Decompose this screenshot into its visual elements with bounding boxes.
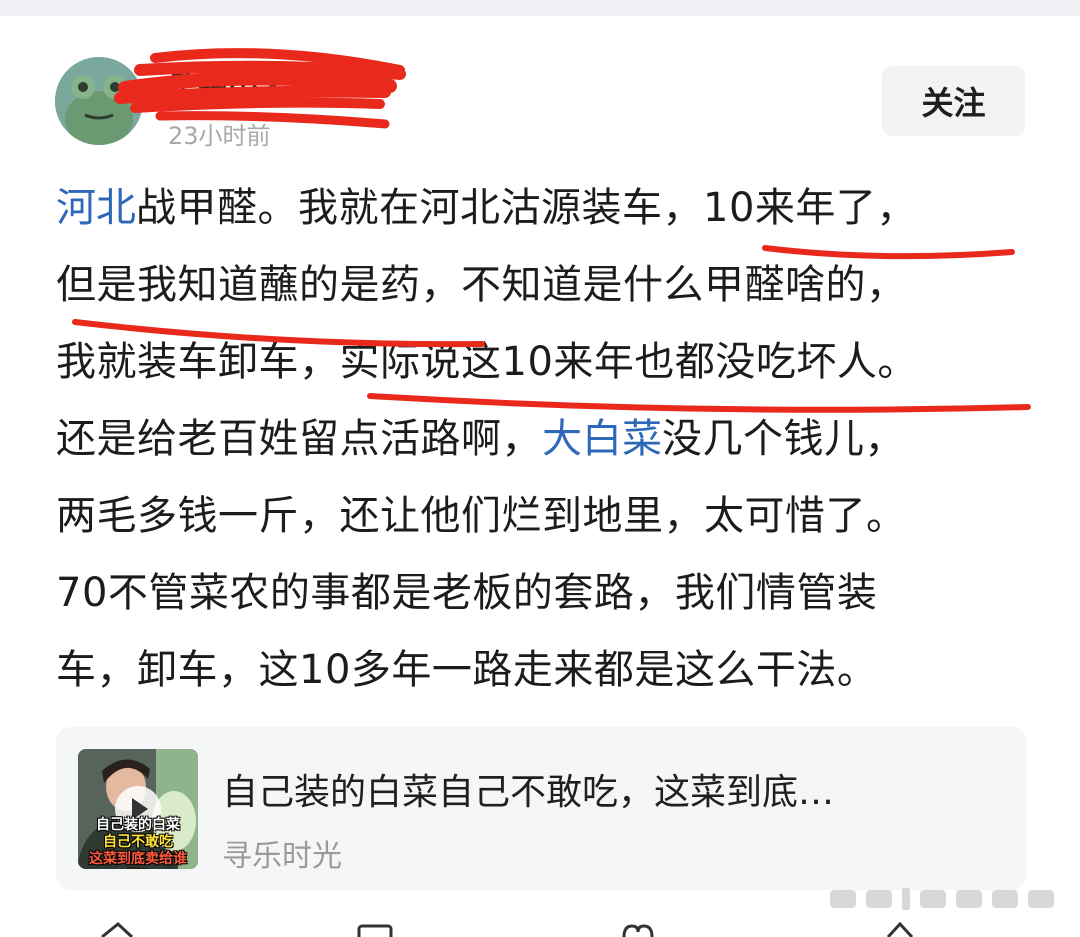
share-icon[interactable] [98, 920, 138, 937]
follow-button[interactable]: 关注 [882, 66, 1025, 136]
post-text-segment: 70不管菜农的事都是老板的套路，我们情管装 [56, 570, 878, 616]
post-line: 70不管菜农的事都是老板的套路，我们情管装 [56, 555, 1046, 632]
post-line: 还是给老百姓留点活路啊，大白菜没几个钱儿， [56, 401, 1046, 478]
avatar-frog-image [55, 57, 143, 145]
more-icon[interactable] [880, 920, 920, 937]
bottom-action-bar [0, 920, 1080, 937]
avatar[interactable] [55, 57, 143, 145]
post-body: 河北战甲醛。我就在河北沽源装车，10来年了， 但是我知道蘸的是药，不知道是什么甲醛… [56, 170, 1046, 709]
post-text-segment: 两毛多钱一斤，还让他们烂到地里，太可惜了。 [56, 493, 907, 539]
video-card[interactable]: 自己装的白菜 自己不敢吃 这菜到底卖给谁了? 自己装的白菜自己不敢吃，这菜到底…… [56, 727, 1026, 890]
video-thumbnail[interactable]: 自己装的白菜 自己不敢吃 这菜到底卖给谁了? [78, 749, 198, 869]
topic-link[interactable]: 河北 [56, 185, 136, 231]
post-text-segment: 但是我知道蘸的是药，不知道是什么甲醛啥的， [56, 262, 907, 308]
like-icon[interactable] [618, 920, 658, 937]
thumb-caption-line-1: 自己装的白菜 [96, 817, 180, 833]
post-text-segment: 车，卸车，这10多年一路走来都是这么干法。 [56, 647, 878, 693]
post-text-segment: 我就装车卸车，实际说这10来年也都没吃坏人。 [56, 339, 918, 385]
post-text-segment: 还是给老百姓留点活路啊， [56, 416, 542, 462]
post-text-segment: 没几个钱儿， [662, 416, 905, 462]
video-source[interactable]: 寻乐时光 [222, 831, 342, 875]
author-name[interactable]: 单纯小天 [168, 60, 288, 104]
post-line: 车，卸车，这10多年一路走来都是这么干法。 [56, 632, 1046, 709]
post-line: 但是我知道蘸的是药，不知道是什么甲醛啥的， [56, 247, 1046, 324]
post-header: 单纯小天 23小时前 关注 [0, 0, 1080, 160]
post-time: 23小时前 [168, 122, 271, 150]
post-line: 河北战甲醛。我就在河北沽源装车，10来年了， [56, 170, 1046, 247]
video-title[interactable]: 自己装的白菜自己不敢吃，这菜到底… [222, 763, 834, 815]
thumb-caption-line-3: 这菜到底卖给谁了? [89, 851, 187, 869]
post-line: 两毛多钱一斤，还让他们烂到地里，太可惜了。 [56, 478, 1046, 555]
comment-icon[interactable] [355, 920, 395, 937]
post-line: 我就装车卸车，实际说这10来年也都没吃坏人。 [56, 324, 1046, 401]
post-text-segment: 战甲醛。我就在河北沽源装车，10来年了， [136, 185, 917, 231]
thumb-caption-line-2: 自己不敢吃 [103, 834, 173, 850]
watermark-mark [830, 888, 1054, 910]
topic-link[interactable]: 大白菜 [542, 416, 662, 462]
